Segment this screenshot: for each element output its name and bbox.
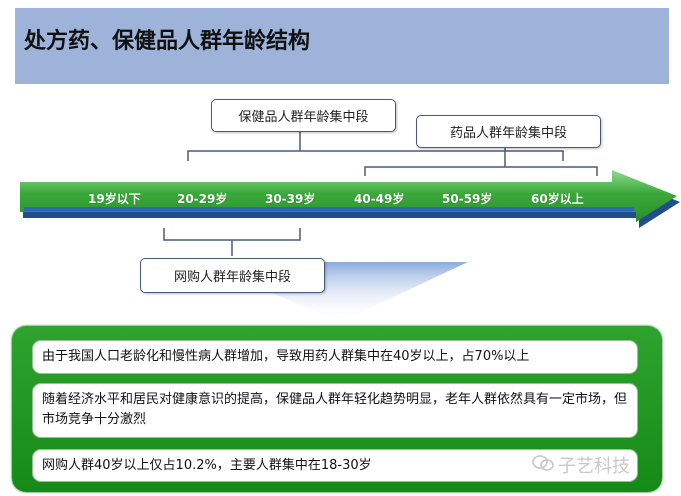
watermark: 子艺科技 bbox=[532, 452, 630, 478]
label-online-shopping: 网购人群年龄集中段 bbox=[140, 258, 325, 293]
watermark-text: 子艺科技 bbox=[558, 456, 630, 477]
age-label: 30-39岁 bbox=[265, 192, 316, 206]
age-label: 20-29岁 bbox=[177, 192, 228, 206]
note-item: 由于我国人口老龄化和慢性病人群增加，导致用药人群集中在40岁以上，占70%以上 bbox=[32, 340, 638, 374]
age-label: 60岁以上 bbox=[531, 192, 584, 206]
age-label: 50-59岁 bbox=[442, 192, 493, 206]
label-health-products: 保健品人群年龄集中段 bbox=[211, 99, 396, 132]
age-label: 19岁以下 bbox=[88, 192, 141, 206]
note-item: 随着经济水平和居民对健康意识的提高，保健品人群年轻化趋势明显，老年人群依然具有一… bbox=[32, 383, 638, 438]
bracket-online-shopping bbox=[163, 228, 301, 256]
age-label: 40-49岁 bbox=[354, 192, 405, 206]
wechat-icon bbox=[532, 454, 554, 477]
label-medicine: 药品人群年龄集中段 bbox=[416, 115, 601, 148]
